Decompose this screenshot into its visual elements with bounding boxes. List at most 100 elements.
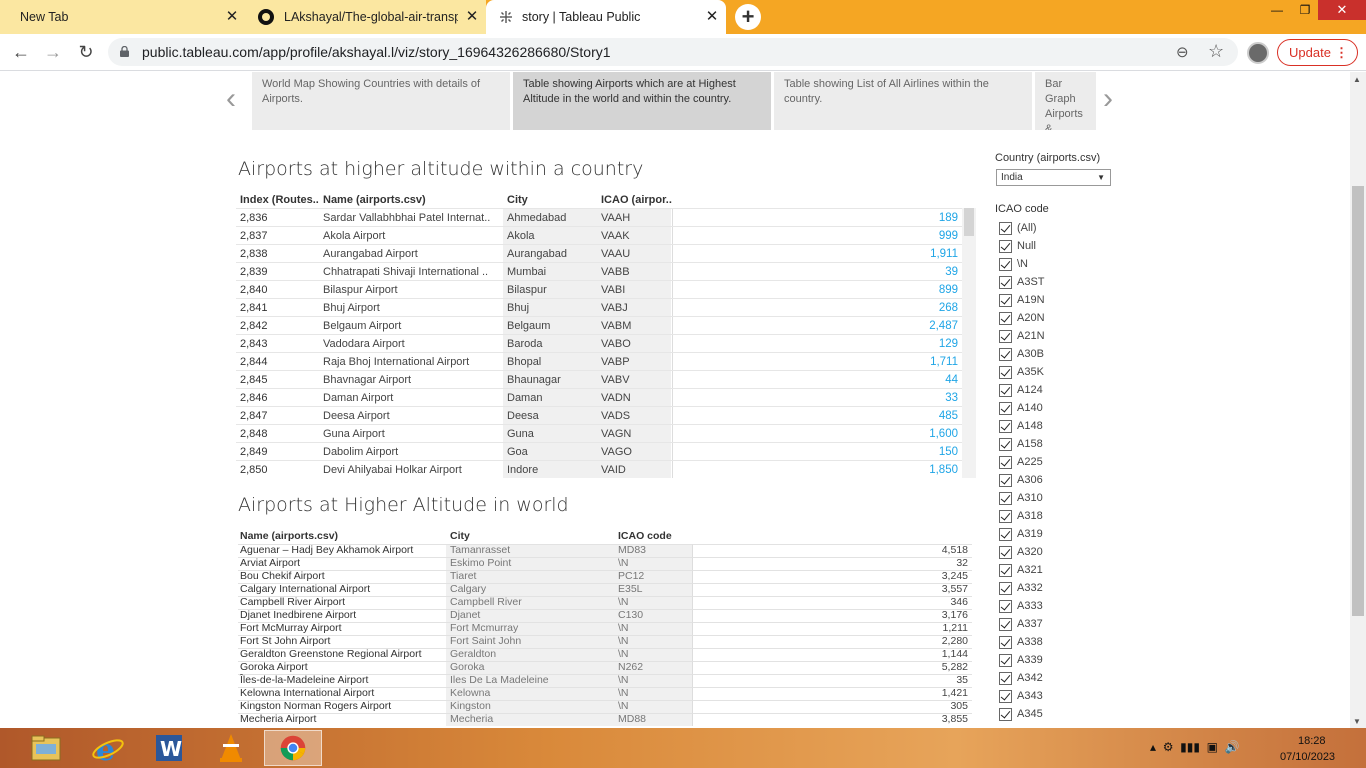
header-index[interactable]: Index (Routes.. [240, 194, 319, 206]
maximize-window-button[interactable]: ❐ [1290, 0, 1320, 20]
checkbox-checked[interactable] [999, 564, 1012, 577]
checkbox-checked[interactable] [999, 258, 1012, 271]
table-row[interactable]: Arviat Airport Eskimo Point \N 32 [238, 557, 974, 570]
icao-filter-item[interactable]: A319 [999, 526, 1119, 544]
avatar[interactable] [1247, 42, 1269, 64]
table-row[interactable]: 2,849 Dabolim Airport Goa VAGO 150 [236, 442, 976, 460]
clock-time[interactable]: 18:28 [1298, 735, 1326, 747]
checkbox-checked[interactable] [999, 276, 1012, 289]
icao-filter-item[interactable]: A158 [999, 436, 1119, 454]
checkbox-checked[interactable] [999, 708, 1012, 721]
header-icao[interactable]: ICAO code [618, 530, 672, 542]
zoom-icon[interactable]: ⊖ [1176, 43, 1189, 61]
address-bar[interactable]: public.tableau.com/app/profile/akshayal.… [108, 38, 1238, 66]
table-row[interactable]: 2,843 Vadodara Airport Baroda VABO 129 [236, 334, 976, 352]
checkbox-checked[interactable] [999, 330, 1012, 343]
checkbox-checked[interactable] [999, 600, 1012, 613]
table-row[interactable]: 2,836 Sardar Vallabhbhai Patel Internat..… [236, 208, 976, 226]
tab-github[interactable]: LAkshayal/The-global-air-transpo ✕ [246, 0, 486, 34]
icao-filter-item[interactable]: A306 [999, 472, 1119, 490]
table-row[interactable]: 2,838 Aurangabad Airport Aurangabad VAAU 1,9… [236, 244, 976, 262]
icao-filter-item[interactable]: A337 [999, 616, 1119, 634]
checkbox-checked[interactable] [999, 474, 1012, 487]
star-icon[interactable]: ☆ [1208, 41, 1224, 62]
table-row[interactable]: 2,846 Daman Airport Daman VADN 33 [236, 388, 976, 406]
icao-filter-item[interactable]: A20N [999, 310, 1119, 328]
header-name[interactable]: Name (airports.csv) [240, 530, 338, 542]
checkbox-checked[interactable] [999, 672, 1012, 685]
table-row[interactable]: 2,844 Raja Bhoj International Airport Bhop… [236, 352, 976, 370]
icao-filter-item[interactable]: A35K [999, 364, 1119, 382]
checkbox-checked[interactable] [999, 492, 1012, 505]
table-row[interactable]: Goroka Airport Goroka N262 5,282 [238, 661, 974, 674]
header-name[interactable]: Name (airports.csv) [323, 194, 426, 206]
header-icao[interactable]: ICAO (airpor.. [601, 194, 672, 206]
forward-arrow-icon[interactable]: → [42, 41, 64, 63]
checkbox-checked[interactable] [999, 384, 1012, 397]
back-arrow-icon[interactable]: ← [10, 41, 32, 63]
icao-filter-item[interactable]: A225 [999, 454, 1119, 472]
icao-filter-item[interactable]: A321 [999, 562, 1119, 580]
table-row[interactable]: Fort St John Airport Fort Saint John \N 2,2… [238, 635, 974, 648]
checkbox-checked[interactable] [999, 312, 1012, 325]
table-row[interactable]: 2,845 Bhavnagar Airport Bhaunagar VABV 44 [236, 370, 976, 388]
close-window-button[interactable]: ✕ [1318, 0, 1366, 20]
icao-filter-item[interactable]: A148 [999, 418, 1119, 436]
page-scrollbar[interactable]: ▲ ▼ [1350, 72, 1366, 728]
table-row[interactable]: 2,848 Guna Airport Guna VAGN 1,600 [236, 424, 976, 442]
checkbox-checked[interactable] [999, 618, 1012, 631]
icao-filter-item[interactable]: A345 [999, 706, 1119, 724]
table-row[interactable]: Aguenar – Hadj Bey Akhamok Airport Tamanr… [238, 544, 974, 557]
checkbox-checked[interactable] [999, 294, 1012, 307]
checkbox-checked[interactable] [999, 420, 1012, 433]
icao-filter-item[interactable]: A338 [999, 634, 1119, 652]
checkbox-checked[interactable] [999, 348, 1012, 361]
tab-tableau-story[interactable]: story | Tableau Public ✕ [486, 0, 726, 34]
table-row[interactable]: Îles-de-la-Madeleine Airport Iles De La M… [238, 674, 974, 687]
system-tray[interactable]: ▴ ⚙ ▮▮▮ ▣ 🔊 [1150, 740, 1240, 754]
close-tab-icon[interactable]: ✕ [224, 9, 240, 25]
close-tab-icon[interactable]: ✕ [464, 9, 480, 25]
more-menu-icon[interactable]: ⋮ [1335, 40, 1348, 65]
country-dropdown[interactable]: India ▼ [996, 169, 1111, 186]
table-row[interactable]: Geraldton Greenstone Regional Airport Ger… [238, 648, 974, 661]
checkbox-checked[interactable] [999, 654, 1012, 667]
checkbox-checked[interactable] [999, 456, 1012, 469]
icao-filter-item[interactable]: A332 [999, 580, 1119, 598]
checkbox-checked[interactable] [999, 366, 1012, 379]
story-next-icon[interactable]: › [1103, 82, 1113, 116]
tab-new-tab[interactable]: New Tab ✕ [0, 0, 246, 34]
new-tab-button[interactable]: + [735, 4, 761, 30]
explorer-icon[interactable] [16, 730, 74, 766]
icao-filter-item[interactable]: A140 [999, 400, 1119, 418]
table-row[interactable]: 2,847 Deesa Airport Deesa VADS 485 [236, 406, 976, 424]
checkbox-checked[interactable] [999, 582, 1012, 595]
table-row[interactable]: 2,837 Akola Airport Akola VAAK 999 [236, 226, 976, 244]
checkbox-checked[interactable] [999, 222, 1012, 235]
update-button[interactable]: Update ⋮ [1277, 39, 1358, 66]
icao-filter-item[interactable]: A21N [999, 328, 1119, 346]
scroll-up-icon[interactable]: ▲ [1353, 75, 1361, 84]
icao-filter-item[interactable]: A30B [999, 346, 1119, 364]
minimize-window-button[interactable]: — [1262, 0, 1292, 20]
table-row[interactable]: Mecheria Airport Mecheria MD88 3,855 [238, 713, 974, 726]
table-row[interactable]: 2,840 Bilaspur Airport Bilaspur VABI 899 [236, 280, 976, 298]
reload-icon[interactable]: ↻ [75, 41, 97, 63]
icao-filter-item[interactable]: (All) [999, 220, 1119, 238]
scroll-down-icon[interactable]: ▼ [1353, 717, 1361, 726]
story-point-3[interactable]: Table showing List of All Airlines withi… [774, 72, 1032, 130]
chrome-icon[interactable] [264, 730, 322, 766]
clock-date[interactable]: 07/10/2023 [1280, 751, 1335, 763]
table-row[interactable]: Fort McMurray Airport Fort Mcmurray \N 1,21… [238, 622, 974, 635]
table-row[interactable]: 2,841 Bhuj Airport Bhuj VABJ 268 [236, 298, 976, 316]
table-row[interactable]: 2,850 Devi Ahilyabai Holkar Airport Indore… [236, 460, 976, 478]
story-point-2[interactable]: Table showing Airports which are at High… [513, 72, 771, 130]
word-icon[interactable]: W [140, 730, 198, 766]
icao-filter-item[interactable]: A124 [999, 382, 1119, 400]
header-city[interactable]: City [450, 530, 470, 542]
icao-filter-item[interactable]: Null [999, 238, 1119, 256]
ie-icon[interactable]: e [80, 730, 138, 766]
icao-filter-item[interactable]: A320 [999, 544, 1119, 562]
icao-filter-item[interactable]: A339 [999, 652, 1119, 670]
table-row[interactable]: Djanet Inedbirene Airport Djanet C130 3,176 [238, 609, 974, 622]
